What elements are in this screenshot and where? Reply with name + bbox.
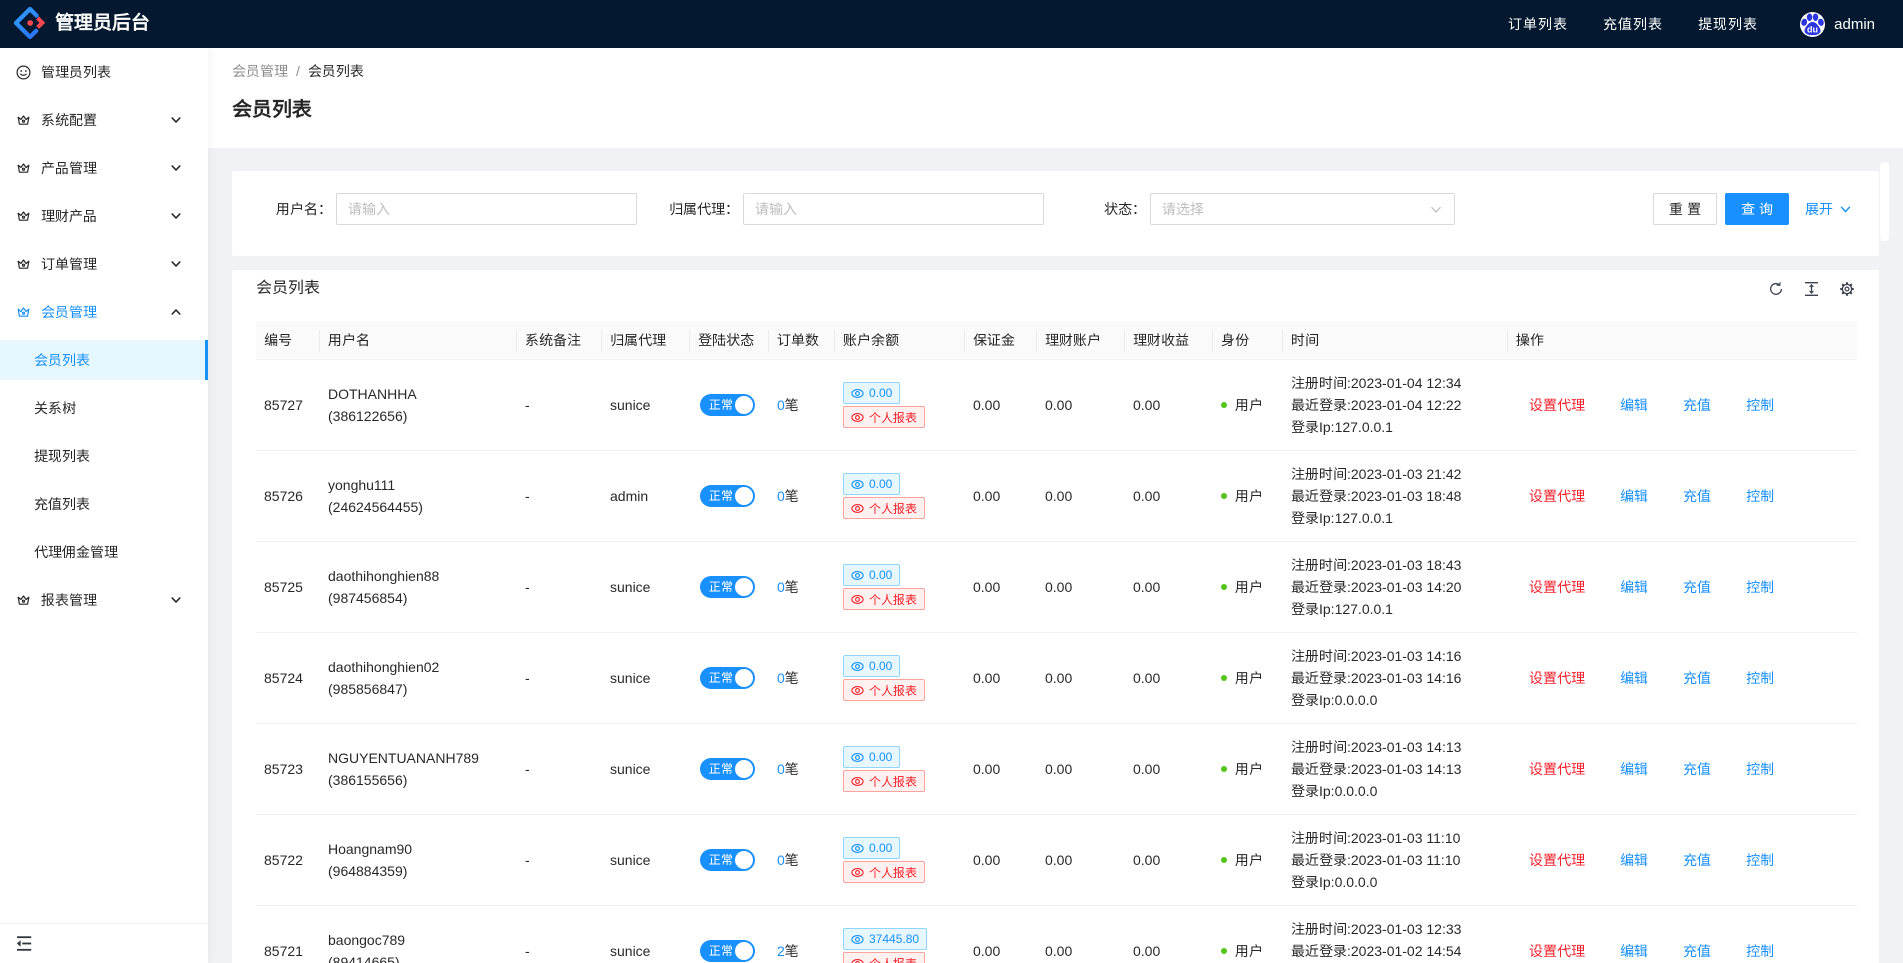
svg-text:du: du (1807, 24, 1818, 34)
